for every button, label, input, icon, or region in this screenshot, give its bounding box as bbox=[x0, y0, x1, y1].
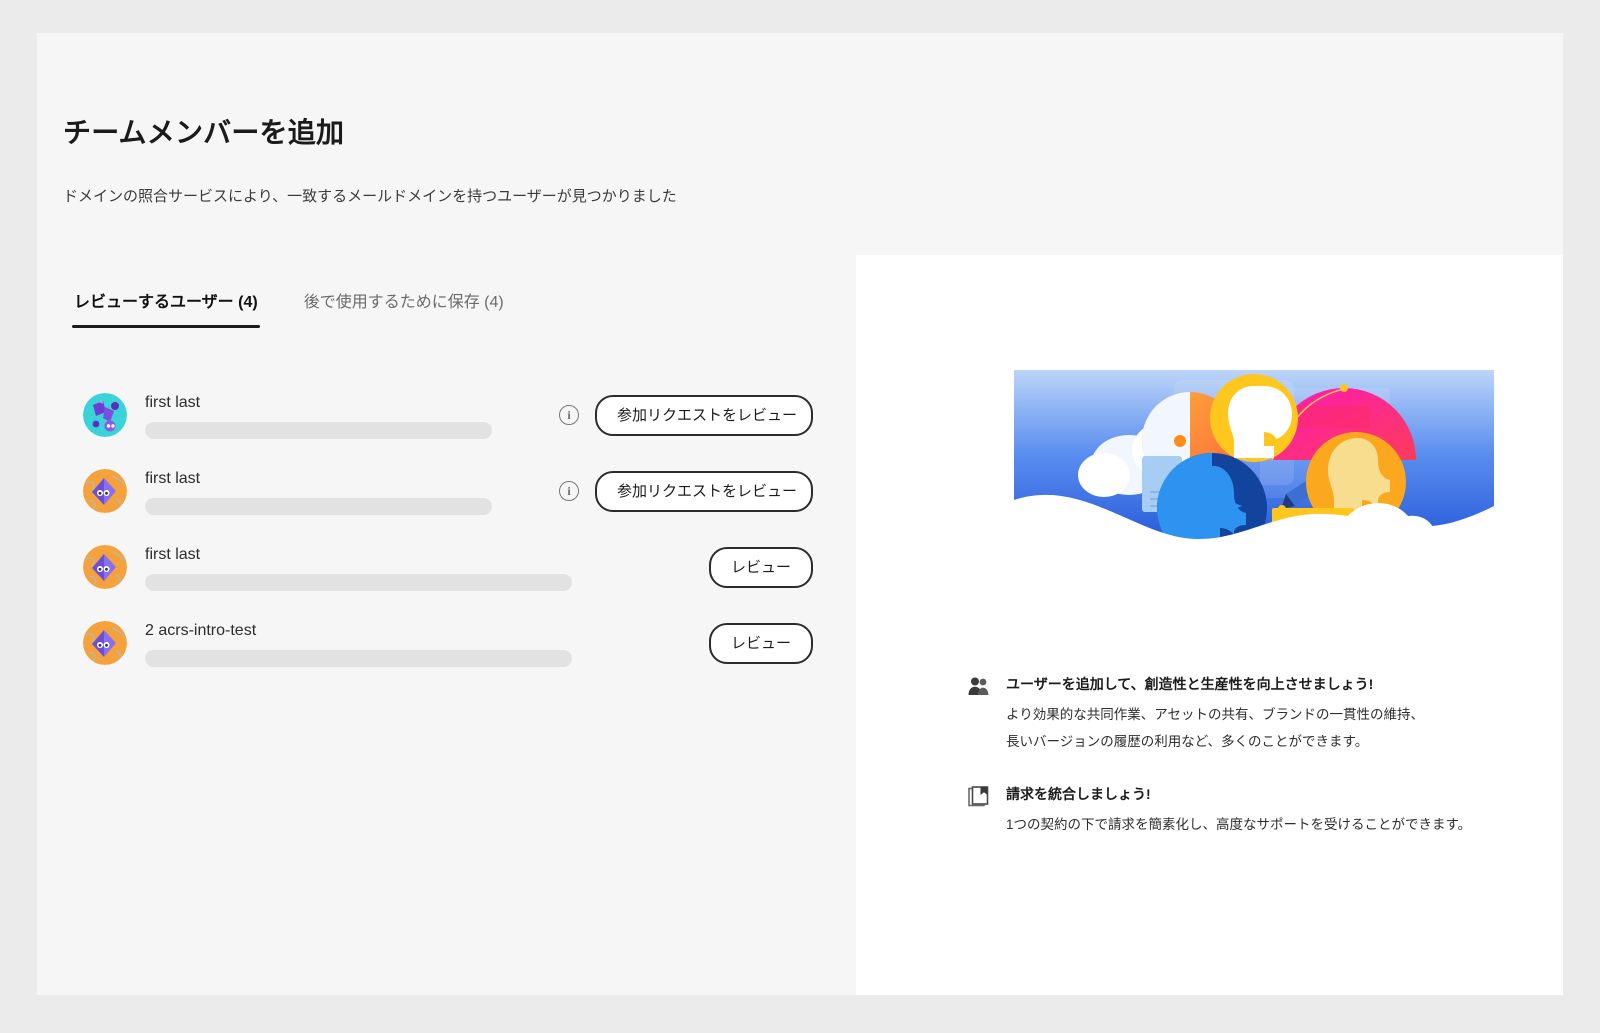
review-join-request-button[interactable]: 参加リクエストをレビュー bbox=[595, 470, 813, 512]
users-icon bbox=[968, 675, 994, 696]
info-icon[interactable]: i bbox=[559, 405, 579, 425]
review-button[interactable]: レビュー bbox=[708, 622, 813, 664]
benefit-line: 長いバージョンの履歴の利用など、多くのことができます。 bbox=[1006, 733, 1369, 749]
user-identity: 2 acrs-intro-test bbox=[145, 619, 573, 668]
review-join-request-button[interactable]: 参加リクエストをレビュー bbox=[595, 394, 813, 436]
info-icon[interactable]: i bbox=[559, 481, 579, 501]
row-actions: レビュー bbox=[573, 546, 813, 588]
tab-saved-for-later[interactable]: 後で使用するために保存 (4) bbox=[302, 288, 506, 328]
user-email-redacted bbox=[145, 422, 492, 440]
avatar-orange-bird bbox=[83, 545, 127, 589]
avatar-orange-bird bbox=[83, 469, 127, 513]
promo-panel: ユーザーを追加して、創造性と生産性を向上させましょう! より効果的な共同作業、ア… bbox=[856, 255, 1563, 995]
collaboration-illustration bbox=[1014, 370, 1494, 555]
benefits-list: ユーザーを追加して、創造性と生産性を向上させましょう! より効果的な共同作業、ア… bbox=[968, 675, 1528, 868]
add-team-members-card: チームメンバーを追加 ドメインの照合サービスにより、一致するメールドメインを持つ… bbox=[37, 33, 1563, 995]
list-item: first last i 参加リクエストをレビュー bbox=[83, 377, 813, 453]
review-button[interactable]: レビュー bbox=[708, 546, 813, 588]
page-title: チームメンバーを追加 bbox=[63, 117, 345, 148]
user-identity: first last bbox=[145, 543, 573, 592]
benefit-text: 請求を統合しましょう! 1つの契約の下で請求を簡素化し、高度なサポートを受けるこ… bbox=[1006, 785, 1528, 839]
billing-book-icon bbox=[968, 785, 994, 808]
list-item: first last i 参加リクエストをレビュー bbox=[83, 453, 813, 529]
avatar-orange-bird bbox=[83, 621, 127, 665]
user-name: first last bbox=[145, 469, 201, 487]
benefit-item: 請求を統合しましょう! 1つの契約の下で請求を簡素化し、高度なサポートを受けるこ… bbox=[968, 785, 1528, 839]
row-actions: i 参加リクエストをレビュー bbox=[559, 394, 813, 436]
row-actions: レビュー bbox=[573, 622, 813, 664]
user-name: first last bbox=[145, 393, 201, 411]
benefit-line: 1つの契約の下で請求を簡素化し、高度なサポートを受けることができます。 bbox=[1006, 817, 1472, 832]
benefit-title: 請求を統合しましょう! bbox=[1006, 785, 1151, 802]
user-email-redacted bbox=[145, 574, 572, 592]
page-subtitle: ドメインの照合サービスにより、一致するメールドメインを持つユーザーが見つかりまし… bbox=[63, 187, 677, 205]
user-name: first last bbox=[145, 545, 201, 563]
benefit-item: ユーザーを追加して、創造性と生産性を向上させましょう! より効果的な共同作業、ア… bbox=[968, 675, 1528, 755]
users-column: レビューするユーザー (4) 後で使用するために保存 (4) first las… bbox=[37, 255, 856, 995]
screen-root: チームメンバーを追加 ドメインの照合サービスにより、一致するメールドメインを持つ… bbox=[0, 0, 1600, 1033]
user-email-redacted bbox=[145, 498, 492, 516]
list-item: 2 acrs-intro-test レビュー bbox=[83, 605, 813, 681]
user-identity: first last bbox=[145, 467, 573, 516]
benefit-title: ユーザーを追加して、創造性と生産性を向上させましょう! bbox=[1006, 676, 1374, 692]
user-email-redacted bbox=[145, 650, 572, 668]
benefit-line: より効果的な共同作業、アセットの共有、ブランドの一貫性の維持、 bbox=[1006, 707, 1424, 723]
user-list: first last i 参加リクエストをレビュー first last i 参… bbox=[83, 377, 813, 681]
card-header: チームメンバーを追加 ドメインの照合サービスにより、一致するメールドメインを持つ… bbox=[63, 116, 963, 207]
user-name: 2 acrs-intro-test bbox=[145, 621, 257, 639]
benefit-text: ユーザーを追加して、創造性と生産性を向上させましょう! より効果的な共同作業、ア… bbox=[1006, 675, 1528, 755]
tab-users-to-review[interactable]: レビューするユーザー (4) bbox=[72, 288, 260, 328]
tab-bar: レビューするユーザー (4) 後で使用するために保存 (4) bbox=[72, 288, 506, 328]
user-identity: first last bbox=[145, 391, 573, 440]
list-item: first last レビュー bbox=[83, 529, 813, 605]
row-actions: i 参加リクエストをレビュー bbox=[559, 470, 813, 512]
avatar-teal-abstract bbox=[83, 393, 127, 437]
